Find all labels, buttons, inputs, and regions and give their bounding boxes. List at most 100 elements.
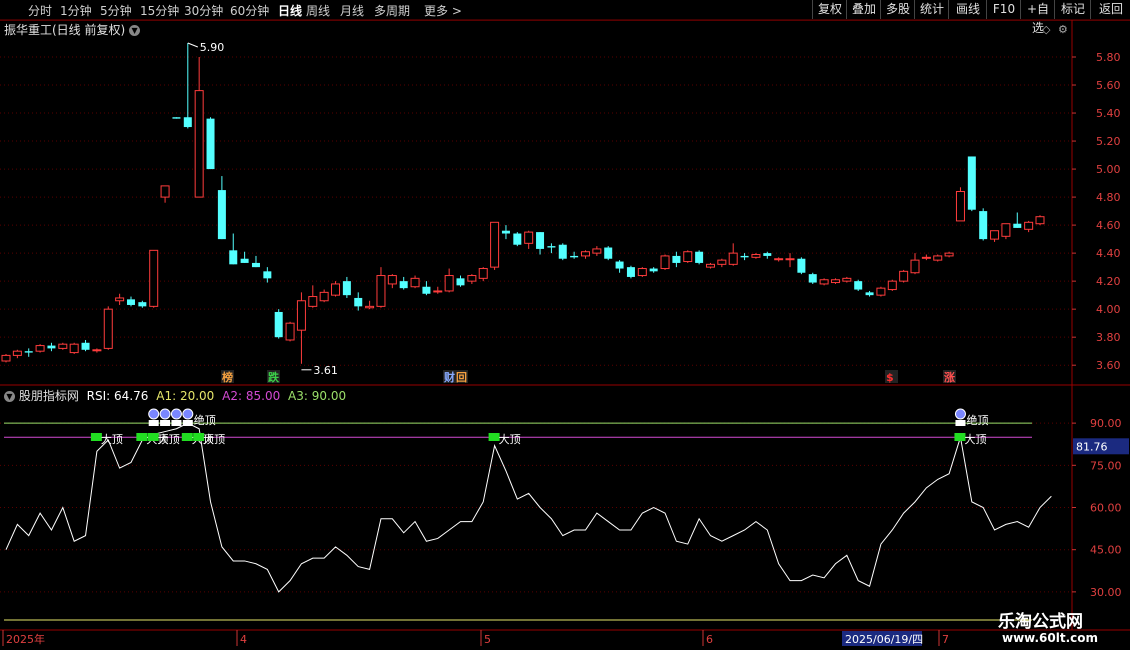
low-label: 3.61 — [313, 364, 338, 377]
candle-body-down — [570, 255, 579, 258]
period-tab-10[interactable]: 更多 > — [424, 2, 462, 19]
tool-button-2[interactable]: 多股 — [880, 0, 915, 19]
signal-big-top: 大顶 — [192, 432, 214, 446]
tool-button-8[interactable]: 返回 — [1090, 0, 1130, 19]
candle-body-down — [865, 292, 874, 296]
candle-body-up — [830, 279, 840, 284]
peak-bar — [171, 420, 182, 426]
candle-body-up — [319, 291, 329, 302]
price-tick-label: 5.00 — [1096, 163, 1121, 176]
period-tab-7[interactable]: 周线 — [306, 2, 330, 19]
a3-label: A3: — [288, 389, 308, 403]
signal-block — [181, 433, 193, 441]
period-tab-1[interactable]: 1分钟 — [60, 2, 92, 19]
candle-body-up — [819, 279, 829, 285]
peak-smiley-icon — [159, 408, 171, 420]
candle-body-up — [58, 343, 68, 349]
high-label: 5.90 — [200, 41, 225, 54]
tool-button-5[interactable]: F10 — [986, 0, 1021, 19]
watermark-url: www.60lt.com — [1002, 631, 1099, 645]
candle-body-up — [1024, 221, 1034, 230]
rsi-line — [5, 422, 1052, 593]
peak-bar — [955, 420, 966, 426]
stock-title[interactable]: 振华重工(日线 前复权) ▼ — [4, 21, 141, 38]
tool-button-4[interactable]: 画线 — [948, 0, 987, 19]
period-tab-8[interactable]: 月线 — [340, 2, 364, 19]
period-tab-2[interactable]: 5分钟 — [100, 2, 132, 19]
candle-body-down — [808, 274, 817, 283]
period-tab-0[interactable]: 分时 — [28, 2, 52, 19]
candle-body-down — [558, 244, 567, 259]
date-label: 4 — [240, 633, 247, 646]
candle-body-down — [274, 311, 283, 338]
chevron-down-icon[interactable]: ▼ — [129, 25, 141, 36]
tool-button-0[interactable]: 复权 — [812, 0, 847, 19]
candle-body-up — [683, 251, 693, 263]
period-tab-6[interactable]: 日线 — [278, 2, 302, 19]
candle-body-up — [910, 259, 920, 274]
candle-body-down — [81, 342, 90, 350]
date-label: 2025年 — [6, 632, 45, 646]
candle-body-down — [206, 118, 215, 170]
candle-body-up — [592, 248, 602, 254]
event-marker-bg — [443, 370, 456, 383]
a1-label: A1: — [156, 389, 177, 403]
chevron-down-icon[interactable]: ▼ — [4, 391, 15, 402]
candle-body-down — [24, 351, 33, 353]
event-marker: $ — [886, 371, 894, 384]
kline-chart: 5.80 5.60 5.40 5.20 5.00 4.80 4.60 4.40 4.20 4.00… — [0, 19, 1130, 646]
candle-body-down — [536, 232, 545, 249]
event-marker-bg — [221, 370, 234, 383]
period-tab-3[interactable]: 15分钟 — [140, 2, 179, 19]
candle-body-down — [649, 268, 658, 272]
signal-block — [488, 433, 500, 441]
peak-bar — [182, 420, 193, 426]
candle-body-up — [92, 349, 102, 352]
tool-button-3[interactable]: 统计 — [914, 0, 949, 19]
rsi-tick-label: 30.00 — [1090, 586, 1122, 599]
candle-body-up — [433, 290, 443, 293]
candle-body-up — [103, 308, 113, 349]
candle-body-down — [229, 250, 238, 265]
candle-body-up — [1, 354, 11, 362]
period-tab-4[interactable]: 30分钟 — [184, 2, 223, 19]
candle-body-up — [1001, 223, 1011, 237]
candle-body-up — [955, 190, 965, 222]
period-tab-5[interactable]: 60分钟 — [230, 2, 269, 19]
rsi-tick-label: 75.00 — [1090, 459, 1122, 472]
price-tick-label: 4.60 — [1096, 219, 1121, 232]
event-marker: 涨 — [944, 370, 955, 384]
event-marker: 财 — [443, 370, 455, 384]
candle-body-down — [399, 281, 408, 289]
signal-big-top: 大顶 — [101, 432, 123, 446]
rsi-value: 64.76 — [114, 389, 149, 403]
indicator-title: ▼ 股朋指标网 RSI: 64.76 A1: 20.00 A2: 85.00 A… — [4, 387, 346, 404]
candle-body-up — [160, 185, 170, 198]
signal-peak-top: 绝顶 — [194, 413, 216, 427]
gear-icon: ⚙ — [1058, 23, 1068, 36]
candle-body-down — [604, 247, 613, 259]
rsi-label: RSI: — [86, 389, 111, 403]
price-tick-label: 3.80 — [1096, 331, 1121, 344]
tool-button-7[interactable]: 标记 — [1054, 0, 1091, 19]
candle-body-up — [728, 252, 738, 265]
tool-button-6[interactable]: +自选 — [1020, 0, 1055, 35]
candle-body-up — [705, 263, 715, 268]
candle-body-up — [308, 296, 318, 307]
candle-body-up — [717, 259, 727, 265]
candle-body-up — [387, 275, 397, 285]
peak-bar — [160, 420, 171, 426]
candle-body-down — [763, 253, 772, 256]
candle-body-up — [1035, 216, 1045, 225]
tool-button-1[interactable]: 叠加 — [846, 0, 881, 19]
candle-body-down — [547, 246, 556, 248]
candle-body-down — [615, 261, 624, 269]
candle-body-up — [490, 221, 500, 268]
a1-value: 20.00 — [179, 389, 215, 403]
event-marker-bg — [455, 370, 468, 383]
candle-body-down — [422, 286, 431, 294]
period-tab-9[interactable]: 多周期 — [374, 2, 410, 19]
candle-body-down — [456, 278, 465, 286]
candle-body-up — [637, 268, 647, 277]
signal-peak-top: 绝顶 — [966, 413, 988, 427]
